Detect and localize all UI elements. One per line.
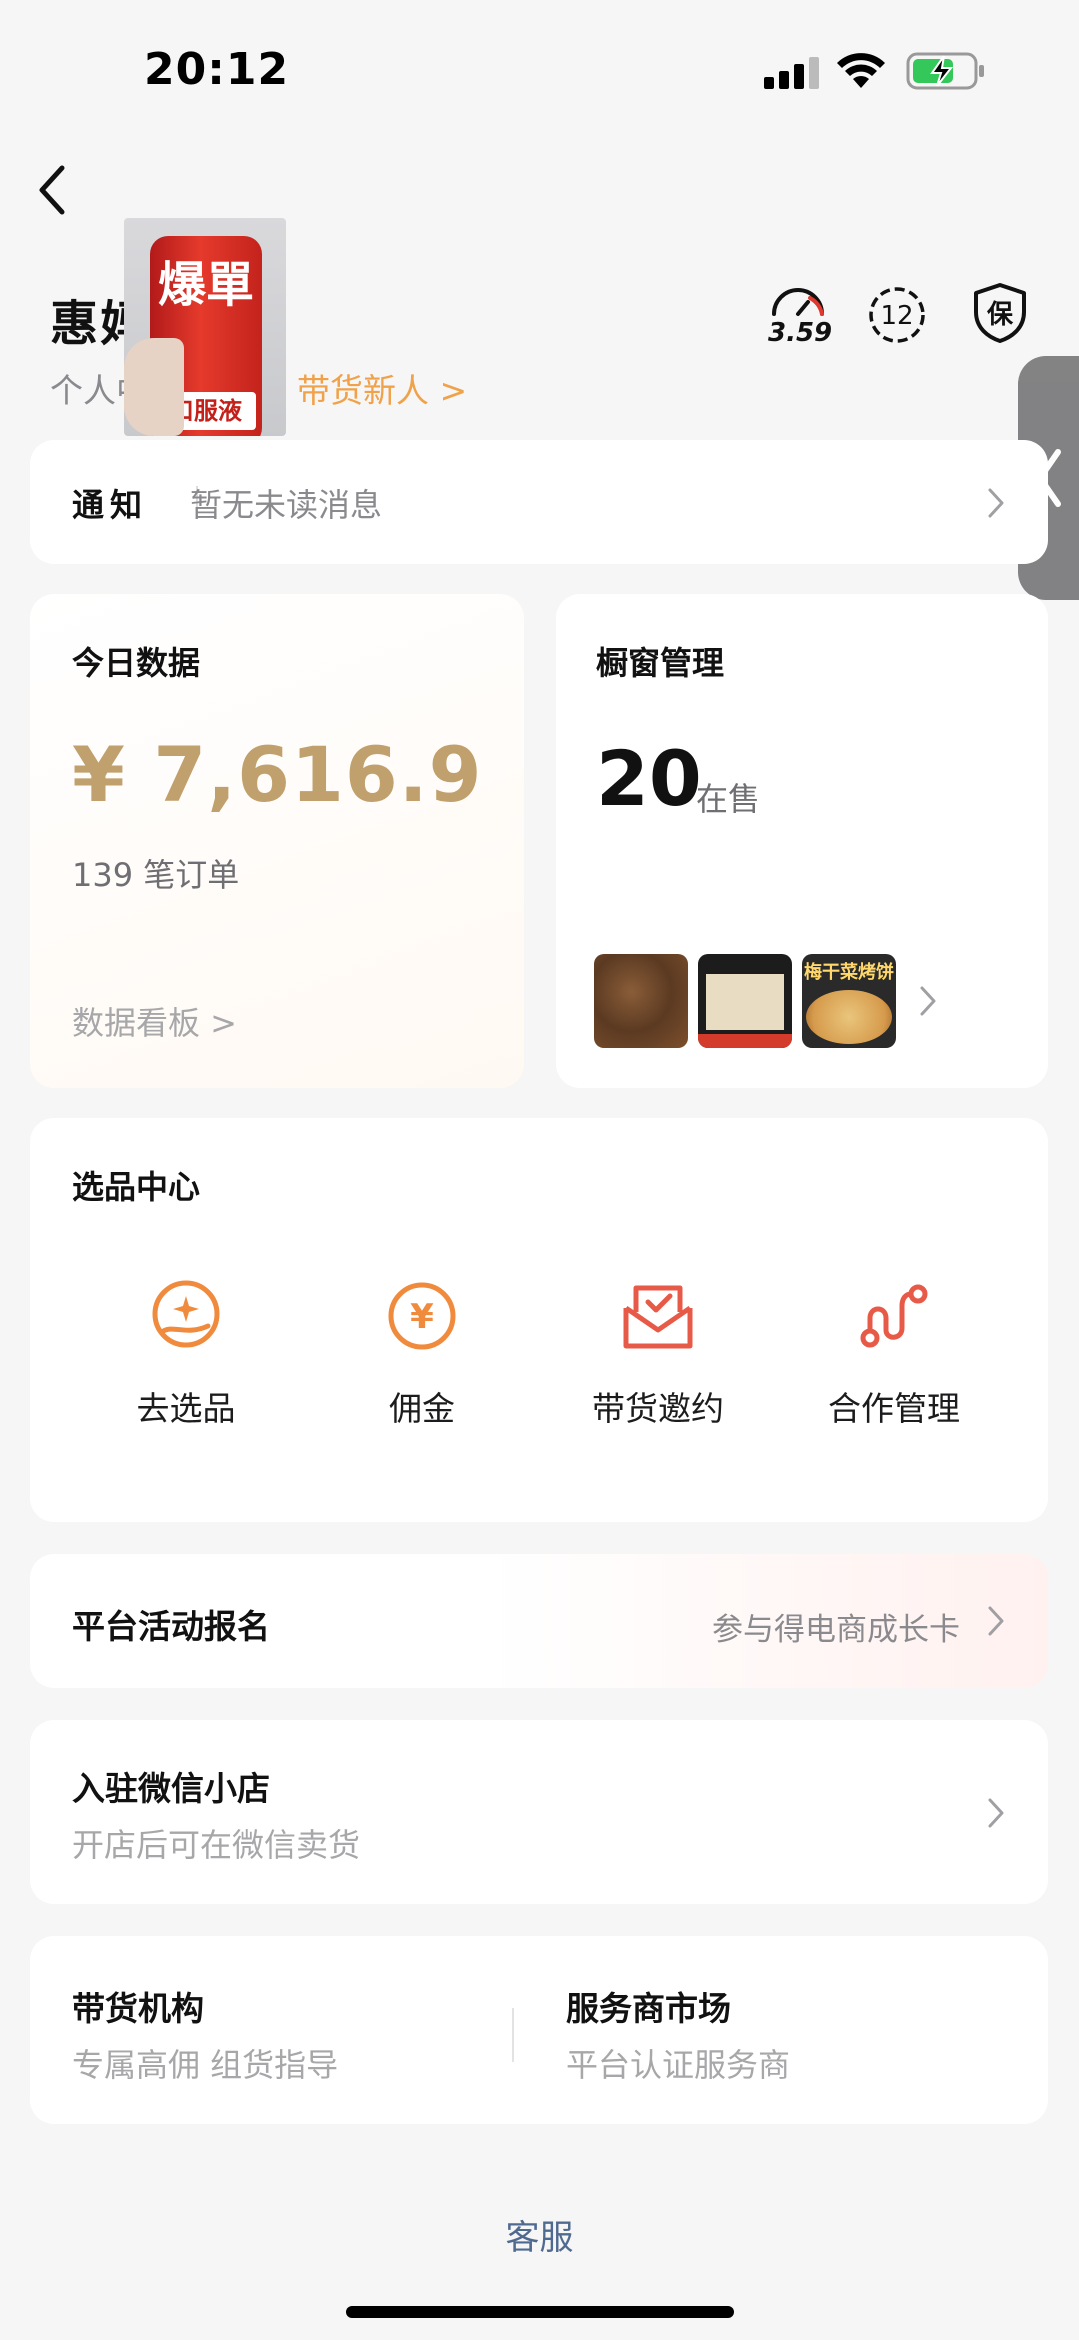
status-time: 20:12 [144, 44, 290, 95]
wifi-icon [837, 53, 885, 88]
today-data-card[interactable]: 今日数据 ¥ 7,616.9 139 笔订单 数据看板 > [30, 594, 524, 1088]
agency-service-card: 带货机构 专属高佣 组货指导 服务商市场 平台认证服务商 [30, 1936, 1048, 2124]
customer-service-link[interactable]: 客服 [0, 2210, 1079, 2259]
select-product-button[interactable]: 去选品 [86, 1278, 286, 1438]
commission-icon: ¥ [388, 1282, 456, 1350]
select-center-card: 选品中心 去选品 ¥ 佣金 带货邀约 合作管理 [30, 1118, 1048, 1522]
invitation-icon [623, 1285, 693, 1349]
credit-badge-icon[interactable]: 12 [868, 286, 926, 344]
cellular-signal-icon [764, 57, 819, 89]
cooperation-button[interactable]: 合作管理 [794, 1278, 994, 1438]
can-text: 爆單 [157, 257, 254, 313]
shield-icon[interactable]: 保 [972, 282, 1028, 344]
commission-label: 佣金 [389, 1389, 455, 1428]
notice-label: 通知 [72, 486, 149, 524]
wechat-shop-row[interactable]: 入驻微信小店 开店后可在微信卖货 [30, 1720, 1048, 1904]
today-amount: ¥ 7,616.9 [72, 730, 483, 819]
service-market-subtitle: 平台认证服务商 [566, 2046, 791, 2084]
svg-text:¥: ¥ [410, 1297, 434, 1337]
chevron-right-icon [988, 1798, 1004, 1828]
dashboard-link[interactable]: 数据看板 > [72, 998, 237, 1044]
invitation-button[interactable]: 带货邀约 [558, 1278, 758, 1438]
select-product-icon [152, 1280, 220, 1348]
service-market-button[interactable]: 服务商市场 平台认证服务商 [524, 1936, 1048, 2124]
commission-button[interactable]: ¥ 佣金 [322, 1278, 522, 1438]
notice-text: 暂无未读消息 [190, 486, 383, 524]
agency-title: 带货机构 [72, 1989, 204, 2028]
column-divider [512, 2008, 514, 2062]
product-strip [698, 1034, 792, 1048]
wechat-shop-title: 入驻微信小店 [72, 1769, 270, 1808]
product-thumbnail[interactable] [594, 954, 688, 1048]
agency-subtitle: 专属高佣 组货指导 [72, 2046, 339, 2084]
select-center-title: 选品中心 [72, 1168, 201, 1206]
chevron-right-icon [988, 1606, 1004, 1636]
onsale-label: 在售 [696, 780, 761, 818]
agency-button[interactable]: 带货机构 专属高佣 组货指导 [30, 1936, 510, 2124]
status-bar: 20:12 [0, 0, 1079, 140]
service-market-title: 服务商市场 [566, 1989, 731, 2028]
shield-label: 保 [986, 300, 1014, 330]
hand [124, 338, 184, 436]
product-thumbnail[interactable]: 梅干菜烤饼 [802, 954, 896, 1048]
badge-count: 12 [880, 301, 913, 331]
product-cake [806, 990, 892, 1044]
level-badge: 带货新人 > [297, 371, 468, 410]
onsale-count: 20 [596, 734, 702, 823]
cooperation-icon [860, 1284, 928, 1348]
chevron-right-icon[interactable] [918, 984, 938, 1018]
select-product-label: 去选品 [136, 1389, 236, 1428]
window-title: 橱窗管理 [596, 644, 725, 682]
activity-hint: 参与得电商成长卡 [712, 1612, 960, 1648]
cooperation-label: 合作管理 [828, 1389, 960, 1428]
wechat-shop-subtitle: 开店后可在微信卖货 [72, 1826, 361, 1864]
product-thumb-text: 梅干菜烤饼 [804, 962, 894, 983]
product-thumbnail[interactable] [698, 954, 792, 1048]
today-orders: 139 笔订单 [72, 856, 240, 894]
invitation-label: 带货邀约 [592, 1389, 724, 1428]
window-management-card[interactable]: 橱窗管理 20 在售 梅干菜烤饼 [556, 594, 1048, 1088]
chevron-right-icon [988, 488, 1004, 518]
home-indicator[interactable] [346, 2306, 734, 2318]
product-box [706, 974, 784, 1030]
sticker-image: 爆單 口服液 [124, 218, 286, 436]
back-button[interactable] [34, 160, 74, 220]
today-title: 今日数据 [72, 644, 201, 682]
activity-title: 平台活动报名 [72, 1607, 270, 1646]
platform-activity-row[interactable]: 平台活动报名 参与得电商成长卡 [30, 1554, 1048, 1688]
speed-score: 3.59 [768, 318, 833, 348]
battery-icon [906, 52, 984, 90]
notice-bar[interactable]: 通知 暂无未读消息 [30, 440, 1048, 564]
